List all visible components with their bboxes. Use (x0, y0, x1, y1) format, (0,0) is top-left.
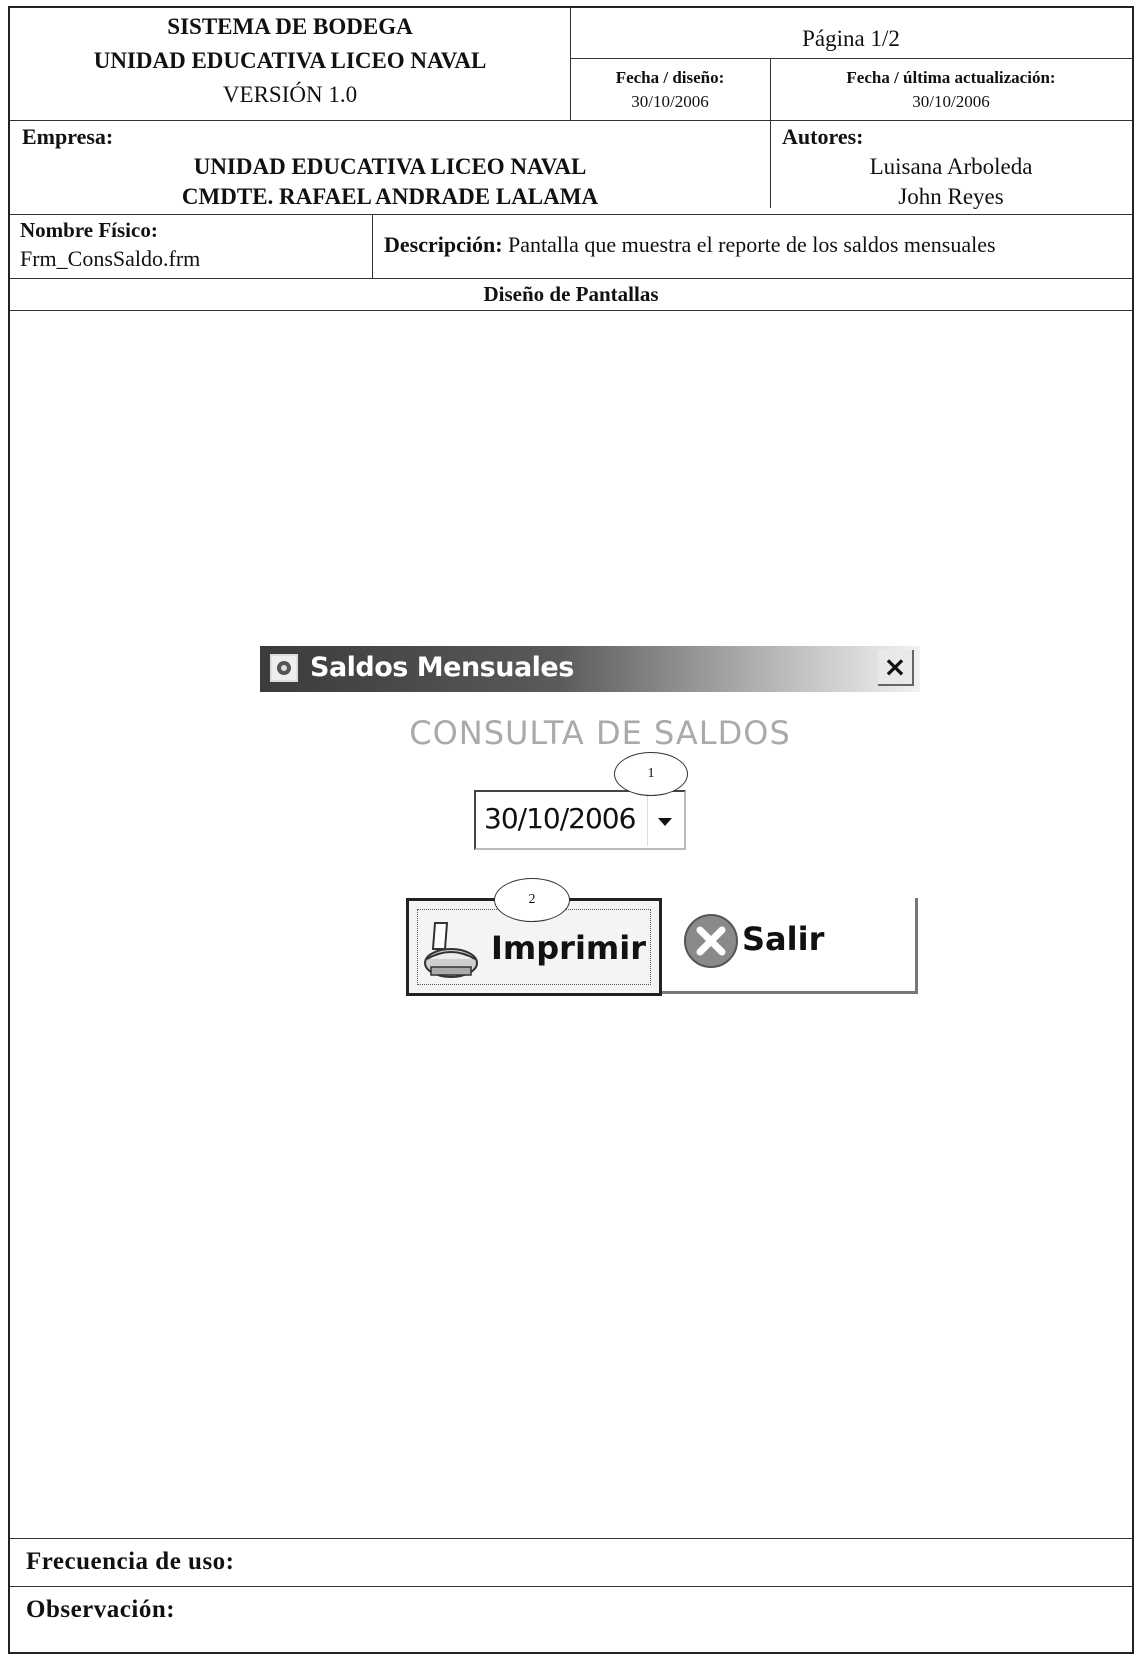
author-name: John Reyes (898, 184, 1004, 209)
description: Descripción: Pantalla que muestra el rep… (384, 232, 996, 258)
exit-button[interactable]: Salir (662, 898, 918, 994)
dialog-titlebar[interactable]: Saldos Mensuales × (260, 646, 920, 692)
divider (10, 1586, 1132, 1587)
physical-name-value: Frm_ConsSaldo.frm (20, 246, 201, 271)
update-date-label: Fecha / última actualización: (846, 68, 1056, 87)
company-label: Empresa: (22, 124, 114, 149)
exit-label: Salir (742, 920, 825, 958)
date-value[interactable]: 30/10/2006 (484, 802, 636, 835)
page-number: Página 1/2 (802, 26, 900, 51)
design-date-label: Fecha / diseño: (615, 68, 725, 87)
divider (10, 1538, 1132, 1539)
authors-label: Autores: (782, 124, 864, 149)
system-title: SISTEMA DE BODEGA (167, 14, 413, 39)
date-picker[interactable]: 30/10/2006 (474, 790, 686, 850)
system-version: VERSIÓN 1.0 (222, 82, 358, 107)
exit-x-icon (684, 914, 738, 968)
dialog-title: Saldos Mensuales (310, 652, 574, 683)
chevron-down-icon[interactable] (647, 794, 682, 846)
close-icon[interactable]: × (878, 650, 914, 686)
company-name-line2: CMDTE. RAFAEL ANDRADE LALAMA (181, 184, 599, 209)
consulta-heading: CONSULTA DE SALDOS (409, 714, 791, 752)
divider (10, 278, 1132, 279)
divider (372, 214, 373, 278)
author-name: Luisana Arboleda (869, 154, 1033, 179)
divider (10, 214, 1132, 215)
section-title: Diseño de Pantallas (483, 282, 659, 306)
company-name-line1: UNIDAD EDUCATIVA LICEO NAVAL (193, 154, 587, 179)
divider (10, 310, 1132, 311)
design-date: 30/10/2006 (631, 92, 709, 111)
observation-label: Observación: (26, 1596, 176, 1623)
printer-icon (424, 922, 478, 978)
physical-name-label: Nombre Físico: (20, 218, 158, 242)
description-label: Descripción: (384, 232, 503, 257)
system-institution: UNIDAD EDUCATIVA LICEO NAVAL (93, 48, 487, 73)
callout-marker: 1 (614, 752, 688, 796)
print-label: Imprimir (491, 929, 646, 967)
divider (10, 120, 1132, 121)
callout-marker: 2 (494, 878, 570, 922)
description-value: Pantalla que muestra el reporte de los s… (508, 232, 996, 257)
update-date: 30/10/2006 (912, 92, 990, 111)
frequency-label: Frecuencia de uso: (26, 1548, 235, 1575)
divider (570, 58, 1132, 59)
divider (570, 8, 571, 120)
window-app-icon (270, 654, 298, 682)
